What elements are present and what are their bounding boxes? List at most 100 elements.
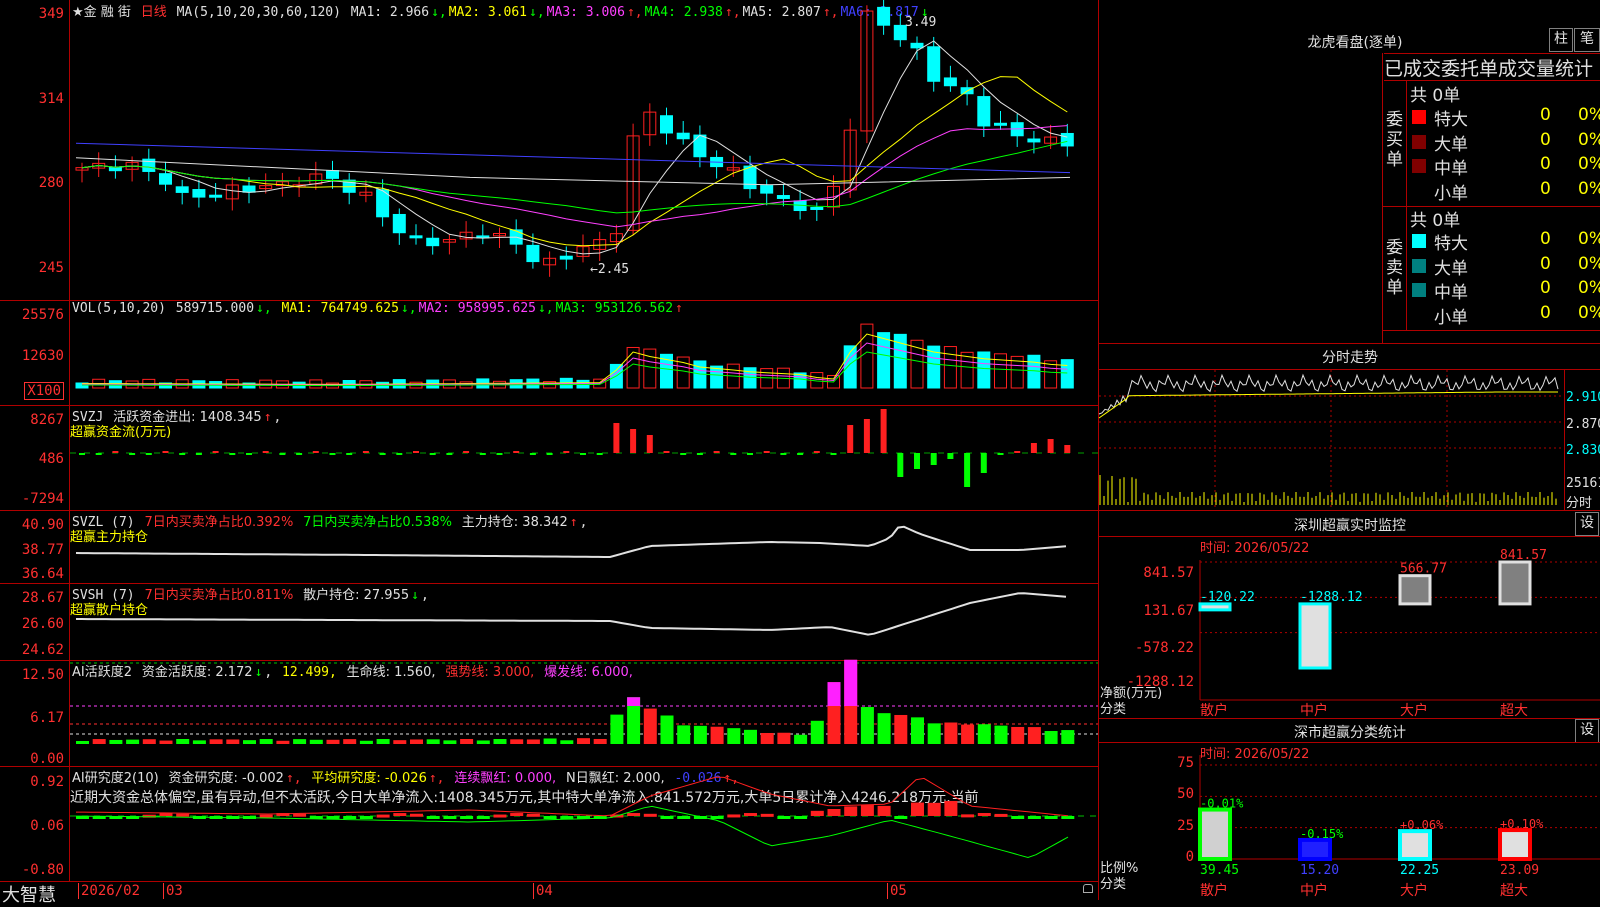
y-tick: 50 — [1177, 786, 1194, 802]
intraday-price-tick: 2.870 — [1566, 417, 1600, 432]
y-tick: 0 — [1185, 849, 1194, 865]
color-swatch — [1412, 110, 1426, 124]
color-swatch — [1412, 159, 1426, 173]
volume-bar — [743, 367, 757, 389]
research-bar — [1011, 816, 1025, 819]
flow-bar — [863, 419, 870, 453]
intraday-bottom-label: 分时 — [1566, 496, 1593, 511]
activity-bar — [493, 739, 507, 744]
order-type: 大单 — [1434, 258, 1468, 279]
research-bar — [393, 813, 407, 817]
bar-mode-button[interactable]: 柱 — [1549, 28, 1573, 52]
y-tick: 12630 — [21, 348, 64, 364]
order-count: 0 — [1540, 105, 1551, 125]
candle-body — [693, 134, 707, 158]
activity-bar — [76, 741, 89, 744]
szmon-chart[interactable]: -120.22 散户 -1288.12 中户 566.77 大户 841.57 超大 — [1198, 548, 1600, 719]
szmon-title: 深圳超赢实时监控 — [1294, 518, 1406, 534]
activity-bar — [159, 740, 173, 744]
vol-ma-line — [82, 351, 1068, 387]
research-bar — [560, 816, 574, 819]
activity-bar — [1061, 730, 1075, 744]
y-tick: 314 — [38, 91, 64, 107]
vol-unit: X100 — [24, 382, 64, 400]
activity-bar — [243, 740, 256, 744]
research-bar — [627, 813, 641, 817]
monitor-bar — [1498, 560, 1532, 606]
order-row: 特大 0 0% — [1410, 229, 1600, 254]
ai2-axis: 0.92 0.06 -0.80 — [0, 766, 68, 881]
activity-bar — [1011, 726, 1025, 744]
flow-bar — [446, 453, 453, 455]
flow-bar — [646, 435, 653, 453]
svzl-chart[interactable] — [70, 510, 1098, 583]
szcls-settings-button[interactable]: 设 — [1575, 719, 1599, 743]
svsh-chart[interactable] — [70, 583, 1098, 660]
flow-bar — [246, 453, 252, 455]
activity-bar — [977, 724, 991, 744]
research-bar — [1044, 816, 1058, 819]
research-bar — [426, 816, 440, 819]
activity-bar — [343, 739, 357, 744]
activity-bar — [593, 738, 607, 744]
flow-bar — [596, 453, 603, 455]
research-bar — [326, 816, 340, 819]
brand-logo[interactable]: 大智慧 — [2, 881, 56, 907]
ai-activity-chart[interactable] — [70, 659, 1098, 766]
research-bar — [677, 816, 691, 819]
order-type: 特大 — [1434, 234, 1468, 254]
y-tick: 245 — [38, 260, 64, 276]
vol-axis: 25576 12630 X100 — [0, 300, 68, 405]
color-swatch — [1412, 258, 1426, 273]
bar-change-label: +0.10% — [1500, 817, 1544, 831]
research-bar — [927, 802, 941, 816]
szcls-axis: 75 50 25 0 — [1098, 755, 1198, 865]
flow-bar — [563, 451, 570, 453]
flow-bar — [1030, 443, 1037, 453]
color-swatch — [1412, 283, 1426, 297]
category-label: 超大 — [1500, 883, 1528, 899]
order-type: 大单 — [1434, 134, 1468, 155]
flow-bar — [680, 453, 687, 455]
order-type: 特大 — [1434, 110, 1468, 130]
flow-bar — [312, 451, 319, 453]
activity-bar — [994, 725, 1008, 744]
svzj-chart[interactable] — [70, 405, 1098, 510]
flow-bar — [964, 453, 971, 487]
y-tick: 0.06 — [30, 818, 64, 834]
activity-bar — [693, 725, 707, 744]
kline-chart[interactable] — [70, 0, 1098, 300]
activity-bar — [810, 720, 824, 744]
research-bar — [643, 813, 657, 817]
y-tick: 40.90 — [21, 517, 64, 533]
vol-ma-line — [82, 342, 1068, 386]
flow-bar — [813, 451, 820, 453]
tick-mode-button[interactable]: 笔 — [1574, 28, 1600, 52]
flow-bar — [696, 453, 703, 455]
volume-bar — [943, 346, 957, 389]
candle-body — [760, 185, 774, 194]
order-pct: 0% — [1578, 129, 1600, 150]
research-bar — [727, 814, 741, 818]
activity-bar — [92, 739, 106, 744]
szmon-axis: 841.57 131.67 -578.22 -1288.12 — [1098, 560, 1198, 690]
intraday-chart[interactable] — [1098, 370, 1564, 510]
candle-body — [994, 122, 1007, 126]
flow-bar — [413, 451, 419, 453]
candle-body — [1060, 132, 1074, 147]
low-price-label: ←2.45 — [590, 262, 630, 277]
bar-value-label: 841.57 — [1500, 548, 1547, 563]
intraday-price-tick: 2.830 — [1566, 443, 1600, 458]
flow-bar — [529, 453, 536, 455]
activity-bar — [510, 739, 524, 744]
research-bar — [660, 816, 674, 819]
szmon-settings-button[interactable]: 设 — [1575, 512, 1599, 536]
lock-icon[interactable] — [1083, 884, 1093, 893]
volume-chart[interactable] — [70, 300, 1098, 405]
ai-research-chart[interactable] — [70, 766, 1098, 881]
research-bar — [476, 816, 490, 819]
candle-body — [660, 115, 673, 134]
svsh-axis: 28.67 26.60 24.62 — [0, 583, 68, 660]
szcls-chart[interactable]: -0.01% 39.45 散户 -0.15% 15.20 中户 +0.06% 22.25 大户 +… — [1198, 755, 1600, 900]
activity-bar — [393, 740, 407, 744]
